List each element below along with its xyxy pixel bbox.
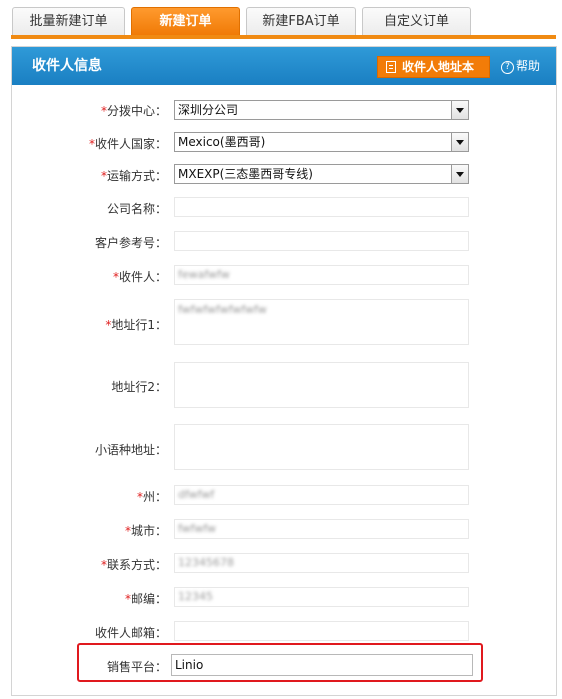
address-book-icon [386,61,396,73]
recipient-label: *收件人： [112,270,167,284]
shipping-method-select[interactable]: MXEXP(三态墨西哥专线) [174,164,469,184]
state-input[interactable]: dfwfwf [174,485,469,505]
panel-title: 收件人信息 [32,58,102,74]
tab-underline [11,35,556,39]
city-label: *城市： [124,524,167,538]
phone-label: *联系方式： [100,558,167,572]
address-book-button[interactable]: 收件人地址本 [377,56,490,78]
city-input[interactable]: fwfwfw [174,519,469,539]
address-line2-label: 地址行2： [111,380,167,394]
question-circle-icon: ? [501,61,514,74]
tab-custom-order[interactable]: 自定义订单 [362,7,471,35]
help-link[interactable]: ? 帮助 [501,47,540,85]
company-name-label: 公司名称： [106,202,167,216]
company-name-input[interactable] [174,197,469,217]
recipient-country-select[interactable]: Mexico(墨西哥) [174,132,469,152]
recipient-country-label: *收件人国家： [88,137,167,151]
local-language-address-label: 小语种地址： [94,443,167,457]
local-language-address-textarea[interactable] [174,424,469,470]
address-line2-textarea[interactable] [174,362,469,408]
tab-new-fba-order[interactable]: 新建FBA订单 [246,7,356,35]
address-book-label: 收件人地址本 [402,60,475,74]
order-tabs: 批量新建订单 新建订单 新建FBA订单 自定义订单 [0,0,562,40]
shipping-method-label: *运输方式： [100,169,167,183]
help-label: 帮助 [516,59,541,73]
email-input[interactable] [174,621,469,641]
email-label: 收件人邮箱： [94,626,167,640]
address-line1-textarea[interactable]: fwfwfwfwfwfwfw [174,299,469,345]
postcode-label: *邮编： [124,592,167,606]
customer-reference-input[interactable] [174,231,469,251]
tab-batch-new-order[interactable]: 批量新建订单 [12,7,125,35]
postcode-input[interactable]: 12345 [174,587,469,607]
state-label: *州： [136,490,167,504]
panel-header: 收件人信息 收件人地址本 ? 帮助 [12,47,556,85]
recipient-input[interactable]: fewafwfw [174,265,469,285]
distribution-center-select[interactable]: 深圳分公司 [174,100,469,120]
tab-new-order[interactable]: 新建订单 [131,7,240,35]
sales-platform-highlight [77,643,483,682]
chevron-down-icon[interactable] [451,133,468,151]
distribution-center-label: *分拨中心： [100,104,167,118]
chevron-down-icon[interactable] [451,165,468,183]
chevron-down-icon[interactable] [451,101,468,119]
address-line1-label: *地址行1： [105,318,167,332]
phone-input[interactable]: 12345678 [174,553,469,573]
customer-reference-label: 客户参考号： [94,236,167,250]
